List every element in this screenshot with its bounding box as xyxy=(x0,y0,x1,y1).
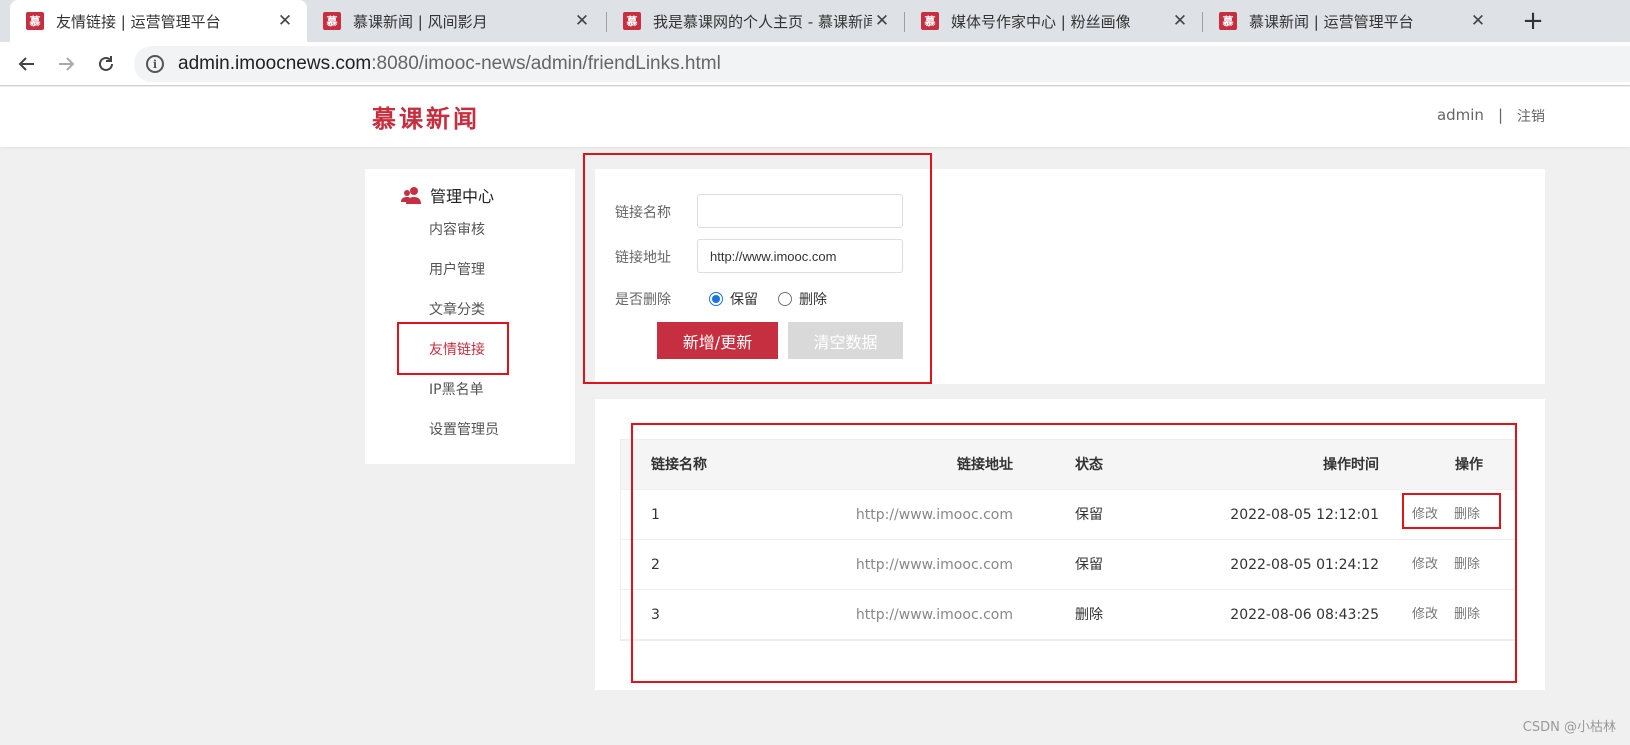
friend-link-form: 链接名称 链接地址 是否删除 保留 删除 新增/更新 清空数据 xyxy=(595,169,1545,384)
browser-tab[interactable]: 慕 我是慕课网的个人主页 - 慕课新闻 ✕ xyxy=(607,0,904,42)
close-icon[interactable]: ✕ xyxy=(572,11,592,31)
radio-unchecked-icon xyxy=(778,292,792,306)
table-row: 3 http://www.imooc.com 删除 2022-08-06 08:… xyxy=(621,590,1515,640)
cell-name: 1 xyxy=(651,507,660,523)
new-tab-button[interactable]: + xyxy=(1518,6,1548,36)
reload-icon xyxy=(99,56,113,71)
sidebar-item-user-management[interactable]: 用户管理 xyxy=(429,259,485,279)
username-link[interactable]: admin xyxy=(1437,106,1484,126)
site-favicon-icon: 慕 xyxy=(26,12,44,30)
site-favicon-icon: 慕 xyxy=(1219,12,1237,30)
sidebar-item-set-admin[interactable]: 设置管理员 xyxy=(429,419,499,439)
sidebar: 管理中心 内容审核 用户管理 文章分类 友情链接 IP黑名单 设置管理员 xyxy=(365,169,575,464)
submit-button[interactable]: 新增/更新 xyxy=(657,322,778,359)
row-actions: 修改 删除 xyxy=(1412,540,1480,590)
tab-title: 慕课新闻 | 运营管理平台 xyxy=(1249,12,1414,31)
cell-time: 2022-08-05 01:24:12 xyxy=(1230,557,1379,573)
radio-checked-icon xyxy=(709,292,723,306)
radio-delete[interactable]: 删除 xyxy=(778,289,827,309)
close-icon[interactable]: ✕ xyxy=(1468,11,1488,31)
tab-title: 媒体号作家中心 | 粉丝画像 xyxy=(951,12,1131,31)
friend-link-table-card: 链接名称 链接地址 状态 操作时间 操作 1 http://www.imooc.… xyxy=(595,399,1545,690)
reload-button[interactable] xyxy=(92,50,120,78)
forward-button[interactable] xyxy=(52,50,80,78)
column-header: 操作 xyxy=(1455,457,1483,473)
arrow-right-icon xyxy=(59,57,75,71)
cell-time: 2022-08-05 12:12:01 xyxy=(1230,507,1379,523)
site-header: 慕课新闻 admin | 注销 xyxy=(0,87,1630,147)
cell-status: 删除 xyxy=(1075,607,1103,623)
edit-link[interactable]: 修改 xyxy=(1412,590,1438,640)
column-header: 操作时间 xyxy=(1323,457,1379,473)
cell-status: 保留 xyxy=(1075,507,1103,523)
table-row: 1 http://www.imooc.com 保留 2022-08-05 12:… xyxy=(621,490,1515,540)
column-header: 状态 xyxy=(1075,457,1103,473)
cell-status: 保留 xyxy=(1075,557,1103,573)
site-logo[interactable]: 慕课新闻 xyxy=(372,99,480,134)
close-icon[interactable]: ✕ xyxy=(872,11,892,31)
browser-tab[interactable]: 慕 慕课新闻 | 风间影月 ✕ xyxy=(307,0,604,42)
delete-link[interactable]: 删除 xyxy=(1454,540,1480,590)
row-actions: 修改 删除 xyxy=(1412,490,1480,540)
delete-link[interactable]: 删除 xyxy=(1454,490,1480,540)
site-favicon-icon: 慕 xyxy=(623,12,641,30)
url-field[interactable]: i admin.imoocnews.com:8080/imooc-news/ad… xyxy=(134,46,1630,82)
is-delete-label: 是否删除 xyxy=(615,292,671,308)
close-icon[interactable]: ✕ xyxy=(1170,11,1190,31)
cell-url: http://www.imooc.com xyxy=(855,557,1013,573)
arrow-left-icon xyxy=(18,57,34,71)
logout-link[interactable]: 注销 xyxy=(1517,106,1545,126)
radio-keep-label: 保留 xyxy=(730,292,758,308)
tab-title: 慕课新闻 | 风间影月 xyxy=(353,12,488,31)
column-header: 链接地址 xyxy=(957,457,1013,473)
sidebar-title-label: 管理中心 xyxy=(430,187,495,206)
sidebar-item-friend-links[interactable]: 友情链接 xyxy=(429,339,485,359)
back-button[interactable] xyxy=(13,50,41,78)
site-favicon-icon: 慕 xyxy=(323,12,341,30)
cell-time: 2022-08-06 08:43:25 xyxy=(1230,607,1379,623)
separator: | xyxy=(1497,106,1503,124)
url-host: admin.imoocnews.com xyxy=(178,53,372,74)
cell-name: 2 xyxy=(651,557,660,573)
table-header-row: 链接名称 链接地址 状态 操作时间 操作 xyxy=(621,440,1515,490)
cell-url: http://www.imooc.com xyxy=(855,607,1013,623)
sidebar-item-ip-blacklist[interactable]: IP黑名单 xyxy=(429,379,484,399)
link-url-label: 链接地址 xyxy=(615,250,671,266)
sidebar-title: 管理中心 xyxy=(401,183,494,207)
user-area: admin | 注销 xyxy=(1437,106,1545,126)
site-favicon-icon: 慕 xyxy=(921,12,939,30)
table-row: 2 http://www.imooc.com 保留 2022-08-05 01:… xyxy=(621,540,1515,590)
sidebar-item-article-category[interactable]: 文章分类 xyxy=(429,299,485,319)
cell-name: 3 xyxy=(651,607,660,623)
row-actions: 修改 删除 xyxy=(1412,590,1480,640)
url-path: :8080/imooc-news/admin/friendLinks.html xyxy=(371,53,721,74)
browser-tab-bar: 慕 友情链接 | 运营管理平台 ✕ 慕 慕课新闻 | 风间影月 ✕ 慕 我是慕课… xyxy=(0,0,1630,42)
radio-delete-label: 删除 xyxy=(799,292,827,308)
users-icon xyxy=(401,187,421,204)
tab-title: 友情链接 | 运营管理平台 xyxy=(56,12,221,31)
url-text: admin.imoocnews.com:8080/imooc-news/admi… xyxy=(178,53,721,75)
close-icon[interactable]: ✕ xyxy=(275,11,295,31)
browser-tab[interactable]: 慕 媒体号作家中心 | 粉丝画像 ✕ xyxy=(905,0,1202,42)
tab-title: 我是慕课网的个人主页 - 慕课新闻 xyxy=(653,12,872,31)
sidebar-item-content-review[interactable]: 内容审核 xyxy=(429,219,485,239)
address-bar: i admin.imoocnews.com:8080/imooc-news/ad… xyxy=(0,42,1630,86)
delete-link[interactable]: 删除 xyxy=(1454,590,1480,640)
link-name-label: 链接名称 xyxy=(615,205,671,221)
browser-tab[interactable]: 慕 慕课新闻 | 运营管理平台 ✕ xyxy=(1203,0,1500,42)
cell-url: http://www.imooc.com xyxy=(855,507,1013,523)
radio-keep[interactable]: 保留 xyxy=(709,289,758,309)
edit-link[interactable]: 修改 xyxy=(1412,540,1438,590)
info-icon[interactable]: i xyxy=(146,55,164,73)
link-name-input[interactable] xyxy=(697,194,903,228)
edit-link[interactable]: 修改 xyxy=(1412,490,1438,540)
link-url-input[interactable] xyxy=(697,239,903,273)
clear-button[interactable]: 清空数据 xyxy=(788,322,903,359)
watermark: CSDN @小枯林 xyxy=(1522,720,1616,735)
friend-link-table: 链接名称 链接地址 状态 操作时间 操作 1 http://www.imooc.… xyxy=(620,439,1516,641)
column-header: 链接名称 xyxy=(651,457,707,473)
browser-tab[interactable]: 慕 友情链接 | 运营管理平台 ✕ xyxy=(10,0,307,42)
